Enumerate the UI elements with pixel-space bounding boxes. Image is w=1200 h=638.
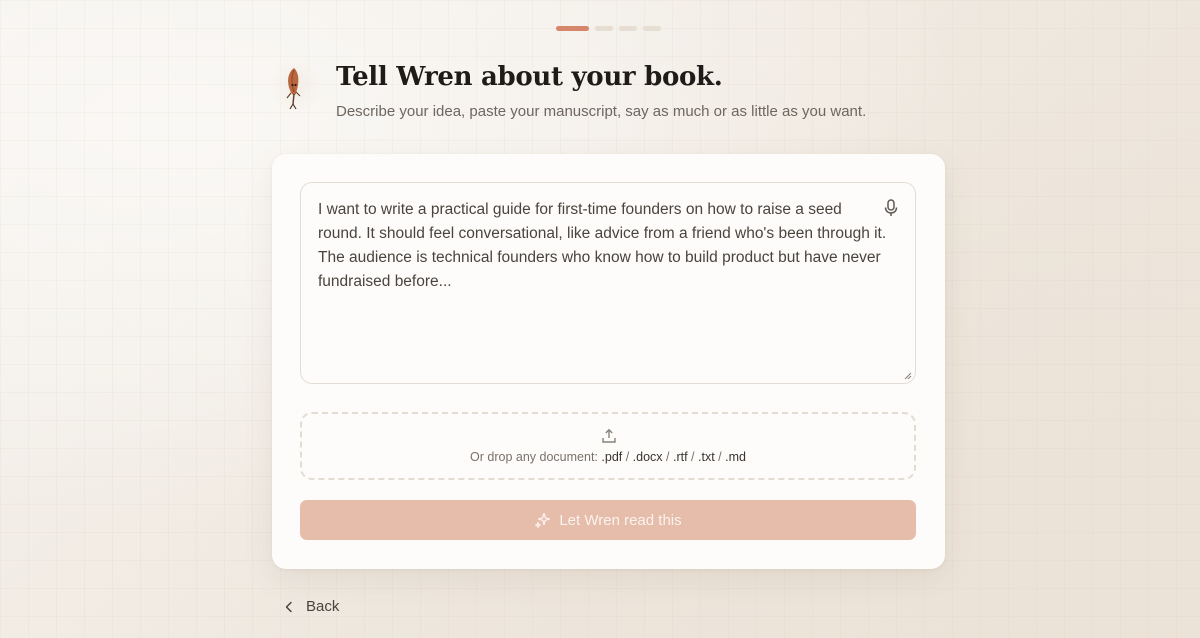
dropzone-hint: Or drop any document: .pdf / .docx / .rt… [470,450,746,464]
dropzone-prefix: Or drop any document: [470,450,598,464]
cta-label: Let Wren read this [559,511,682,529]
format-md: .md [725,450,746,464]
format-txt: .txt [698,450,715,464]
quill-character-icon [286,68,301,110]
book-description-textarea[interactable]: I want to write a practical guide for fi… [300,182,916,384]
input-card: I want to write a practical guide for fi… [272,154,945,569]
format-pdf: .pdf [601,450,623,464]
chevron-left-icon [285,601,292,612]
progress-steps [556,26,661,31]
resize-handle-icon[interactable] [903,371,912,380]
progress-step-3 [619,26,637,31]
back-label: Back [306,598,340,615]
progress-step-2 [595,26,613,31]
upload-icon [602,428,616,443]
page-subtitle: Describe your idea, paste your manuscrip… [336,103,867,120]
format-rtf: .rtf [672,450,688,464]
let-wren-read-button[interactable]: Let Wren read this [300,500,916,540]
microphone-icon[interactable] [883,199,899,217]
document-dropzone[interactable]: Or drop any document: .pdf / .docx / .rt… [300,412,916,480]
progress-step-4 [643,26,661,31]
wren-avatar [272,60,320,116]
progress-step-1 [556,26,589,31]
page-header: Tell Wren about your book. Describe your… [272,60,952,130]
page-title: Tell Wren about your book. [336,62,723,92]
sparkles-icon [535,512,551,528]
back-button[interactable]: Back [284,598,339,615]
format-docx: .docx [632,450,663,464]
book-description-text[interactable]: I want to write a practical guide for fi… [318,198,888,294]
